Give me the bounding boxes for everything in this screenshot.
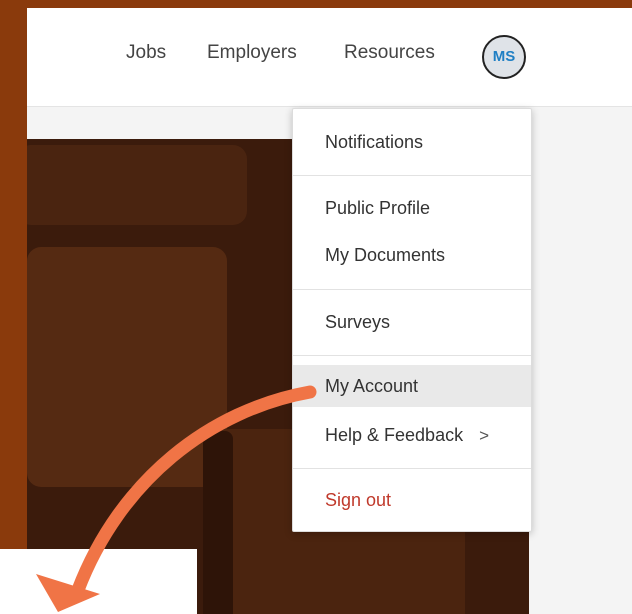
content-panel bbox=[0, 549, 197, 614]
menu-divider bbox=[293, 355, 531, 356]
menu-item-sign-out[interactable]: Sign out bbox=[293, 479, 531, 521]
top-navigation-bar: Jobs Employers Resources MS bbox=[27, 8, 632, 107]
hero-seat-shape bbox=[27, 145, 247, 225]
menu-item-public-profile[interactable]: Public Profile bbox=[293, 187, 531, 229]
hero-seat-shape bbox=[27, 247, 227, 487]
nav-link-jobs[interactable]: Jobs bbox=[126, 42, 166, 64]
hero-seat-shape bbox=[203, 431, 233, 614]
menu-item-my-account[interactable]: My Account bbox=[293, 365, 531, 407]
menu-item-surveys[interactable]: Surveys bbox=[293, 301, 531, 343]
menu-item-my-documents[interactable]: My Documents bbox=[293, 234, 531, 276]
chevron-right-icon: > bbox=[479, 426, 490, 445]
nav-link-resources[interactable]: Resources bbox=[344, 42, 435, 64]
menu-item-help-feedback[interactable]: Help & Feedback > bbox=[293, 414, 531, 456]
menu-divider bbox=[293, 175, 531, 176]
user-avatar-button[interactable]: MS bbox=[482, 35, 526, 79]
menu-divider bbox=[293, 289, 531, 290]
menu-item-notifications[interactable]: Notifications bbox=[293, 121, 531, 163]
account-dropdown-menu: Notifications Public Profile My Document… bbox=[292, 108, 532, 532]
menu-divider bbox=[293, 468, 531, 469]
menu-item-help-feedback-label: Help & Feedback bbox=[325, 425, 464, 445]
nav-link-employers[interactable]: Employers bbox=[207, 42, 297, 64]
